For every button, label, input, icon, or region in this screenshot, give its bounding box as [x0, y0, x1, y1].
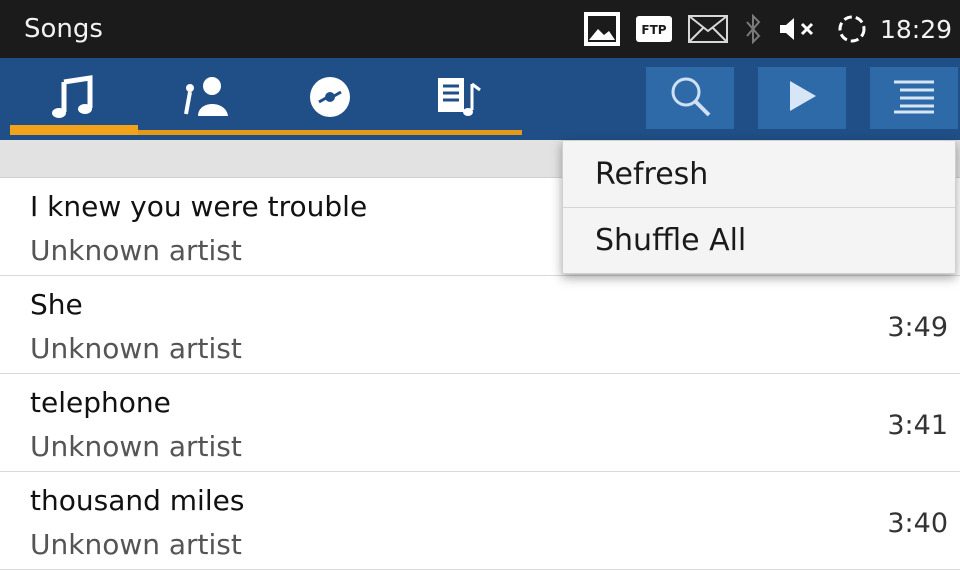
- ftp-icon-label: FTP: [641, 23, 666, 37]
- song-title: thousand miles: [30, 484, 245, 517]
- ftp-icon: FTP: [635, 16, 672, 42]
- menu-button[interactable]: [870, 67, 958, 129]
- song-duration: 3:41: [887, 410, 948, 441]
- app-title: Songs: [24, 14, 103, 44]
- search-button[interactable]: [646, 67, 734, 129]
- song-title: She: [30, 288, 83, 321]
- mute-icon: [778, 15, 820, 43]
- song-title: telephone: [30, 386, 171, 419]
- tab-bar: [0, 58, 960, 140]
- search-icon: [667, 73, 713, 123]
- sync-icon: [836, 13, 868, 45]
- song-artist: Unknown artist: [30, 332, 242, 365]
- song-artist: Unknown artist: [30, 430, 242, 463]
- music-note-icon: [52, 74, 96, 124]
- song-row[interactable]: She Unknown artist 3:49: [0, 276, 960, 374]
- play-button[interactable]: [758, 67, 846, 129]
- tab-artists[interactable]: [138, 58, 266, 140]
- status-time: 18:29: [879, 14, 952, 44]
- album-icon: [307, 74, 353, 124]
- song-row[interactable]: thousand miles Unknown artist 3:40: [0, 472, 960, 570]
- menu-item-refresh[interactable]: Refresh: [563, 141, 955, 207]
- image-icon: [583, 12, 620, 46]
- status-bar: Songs FTP 18:29: [0, 0, 960, 58]
- tab-selected-indicator: [10, 125, 138, 135]
- song-duration: 3:40: [887, 508, 948, 539]
- playlist-icon: [434, 74, 482, 124]
- artist-icon: [170, 74, 234, 124]
- menu-icon: [891, 78, 937, 118]
- tab-playlists[interactable]: [394, 58, 522, 140]
- status-icons: FTP 18:29: [568, 0, 960, 58]
- song-duration: 3:49: [887, 312, 948, 343]
- mail-icon: [687, 15, 728, 43]
- song-artist: Unknown artist: [30, 528, 242, 561]
- bluetooth-icon: [744, 14, 762, 44]
- song-row[interactable]: telephone Unknown artist 3:41: [0, 374, 960, 472]
- song-title: I knew you were trouble: [30, 190, 368, 223]
- tab-albums[interactable]: [266, 58, 394, 140]
- song-artist: Unknown artist: [30, 234, 242, 267]
- menu-item-shuffle-all[interactable]: Shuffle All: [563, 207, 955, 273]
- play-icon: [784, 78, 820, 118]
- overflow-menu: Refresh Shuffle All: [562, 140, 956, 274]
